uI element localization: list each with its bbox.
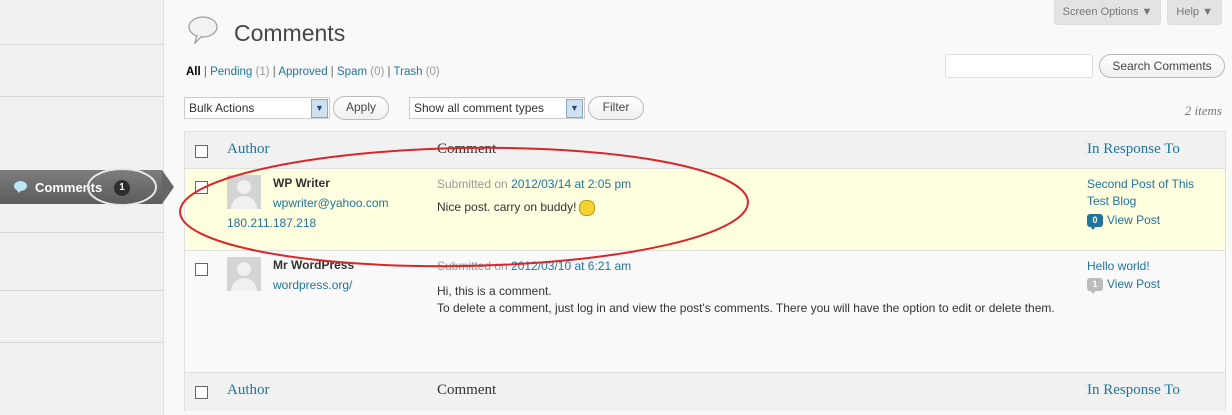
author-url-link[interactable]: wordpress.org/ bbox=[273, 278, 352, 292]
comment-type-value: Show all comment types bbox=[414, 101, 545, 115]
menu-item-comments[interactable]: Comments 1 bbox=[0, 170, 162, 204]
comment-date-link[interactable]: 2012/03/10 at 6:21 am bbox=[511, 259, 631, 273]
row-checkbox[interactable] bbox=[195, 181, 208, 194]
view-post-link[interactable]: 0 View Post bbox=[1087, 213, 1161, 231]
pending-count-badge: 1 bbox=[114, 180, 130, 196]
select-all-checkbox[interactable] bbox=[195, 145, 208, 158]
submitted-prefix: Submitted on bbox=[437, 259, 508, 273]
author-email-link[interactable]: wpwriter@yahoo.com bbox=[273, 196, 389, 210]
column-comment: Comment bbox=[437, 141, 497, 157]
filter-button[interactable]: Filter bbox=[588, 96, 644, 120]
comments-table: Author Comment In Response To WP Writer … bbox=[184, 131, 1226, 411]
comment-bubble-icon bbox=[14, 181, 27, 193]
comment-text: Nice post. carry on buddy! bbox=[437, 199, 1057, 216]
submitted-prefix: Submitted on bbox=[437, 177, 508, 191]
author-ip-link[interactable]: 180.211.187.218 bbox=[227, 216, 316, 230]
table-row: WP Writer wpwriter@yahoo.com 180.211.187… bbox=[185, 169, 1225, 251]
column-author[interactable]: Author bbox=[227, 382, 270, 399]
comment-date-link[interactable]: 2012/03/14 at 2:05 pm bbox=[511, 177, 631, 191]
view-separator: | bbox=[203, 66, 207, 78]
avatar bbox=[227, 175, 261, 209]
comment-count-icon: 1 bbox=[1087, 278, 1103, 295]
menu-divider bbox=[0, 290, 163, 291]
bulk-actions-value: Bulk Actions bbox=[189, 101, 255, 115]
menu-divider bbox=[0, 44, 163, 45]
help-tab[interactable]: Help ▼ bbox=[1167, 0, 1222, 25]
search-comments-button[interactable]: Search Comments bbox=[1099, 54, 1225, 78]
submitted-date: Submitted on 2012/03/14 at 2:05 pm bbox=[437, 177, 631, 191]
chevron-down-icon: ▼ bbox=[566, 99, 583, 118]
comment-text: Hi, this is a comment. To delete a comme… bbox=[437, 283, 1057, 317]
menu-divider bbox=[0, 96, 163, 97]
items-count: 2 items bbox=[1184, 103, 1222, 118]
view-post-link[interactable]: 1 View Post bbox=[1087, 277, 1161, 295]
chevron-down-icon: ▼ bbox=[311, 99, 328, 118]
author-name: Mr WordPress bbox=[273, 258, 355, 272]
view-trash[interactable]: Trash bbox=[394, 66, 423, 78]
view-separator: | bbox=[330, 66, 334, 78]
view-separator: | bbox=[272, 66, 276, 78]
comment-count-icon: 0 bbox=[1087, 214, 1103, 231]
view-separator: | bbox=[387, 66, 391, 78]
avatar bbox=[227, 257, 261, 291]
comment-line: To delete a comment, just log in and vie… bbox=[437, 301, 1055, 315]
menu-active-arrow bbox=[162, 170, 174, 204]
comment-status-views: All | Pending (1) | Approved | Spam (0) … bbox=[186, 66, 440, 78]
author-name: WP Writer bbox=[273, 176, 330, 190]
row-checkbox[interactable] bbox=[195, 263, 208, 276]
column-in-response-to[interactable]: In Response To bbox=[1087, 382, 1180, 399]
table-row: Mr WordPress wordpress.org/ Submitted on… bbox=[185, 251, 1225, 372]
column-comment: Comment bbox=[437, 382, 497, 398]
column-in-response-to[interactable]: In Response To bbox=[1087, 141, 1180, 158]
view-post-label: View Post bbox=[1107, 213, 1161, 227]
column-author[interactable]: Author bbox=[227, 141, 270, 158]
pending-count: (1) bbox=[255, 66, 270, 78]
comment-type-select[interactable]: Show all comment types ▼ bbox=[409, 97, 585, 119]
menu-divider bbox=[0, 342, 163, 343]
spam-count: (0) bbox=[370, 66, 385, 78]
screen-meta-links: Screen Options ▼ Help ▼ bbox=[1053, 0, 1222, 25]
menu-item-label: Comments bbox=[35, 180, 103, 195]
view-all[interactable]: All bbox=[186, 66, 201, 78]
response-post-link[interactable]: Hello world! bbox=[1087, 258, 1217, 275]
view-pending[interactable]: Pending bbox=[210, 66, 252, 78]
comment-body: Nice post. carry on buddy! bbox=[437, 200, 577, 214]
admin-menu bbox=[0, 0, 164, 415]
smiley-icon bbox=[579, 199, 596, 216]
search-input[interactable] bbox=[945, 54, 1093, 78]
select-all-checkbox[interactable] bbox=[195, 386, 208, 399]
trash-count: (0) bbox=[425, 66, 440, 78]
screen-options-tab[interactable]: Screen Options ▼ bbox=[1053, 0, 1162, 25]
apply-button[interactable]: Apply bbox=[333, 96, 389, 120]
menu-divider bbox=[0, 232, 163, 233]
view-post-label: View Post bbox=[1107, 277, 1161, 291]
table-footer: Author Comment In Response To bbox=[185, 372, 1225, 411]
comments-icon bbox=[188, 16, 218, 44]
page-title: Comments bbox=[234, 20, 346, 46]
bulk-actions-select[interactable]: Bulk Actions ▼ bbox=[184, 97, 330, 119]
view-approved[interactable]: Approved bbox=[278, 66, 327, 78]
submitted-date: Submitted on 2012/03/10 at 6:21 am bbox=[437, 259, 631, 273]
table-header: Author Comment In Response To bbox=[185, 132, 1225, 169]
response-post-link[interactable]: Second Post of This Test Blog bbox=[1087, 176, 1217, 210]
view-spam[interactable]: Spam bbox=[337, 66, 367, 78]
comment-line: Hi, this is a comment. bbox=[437, 284, 552, 298]
